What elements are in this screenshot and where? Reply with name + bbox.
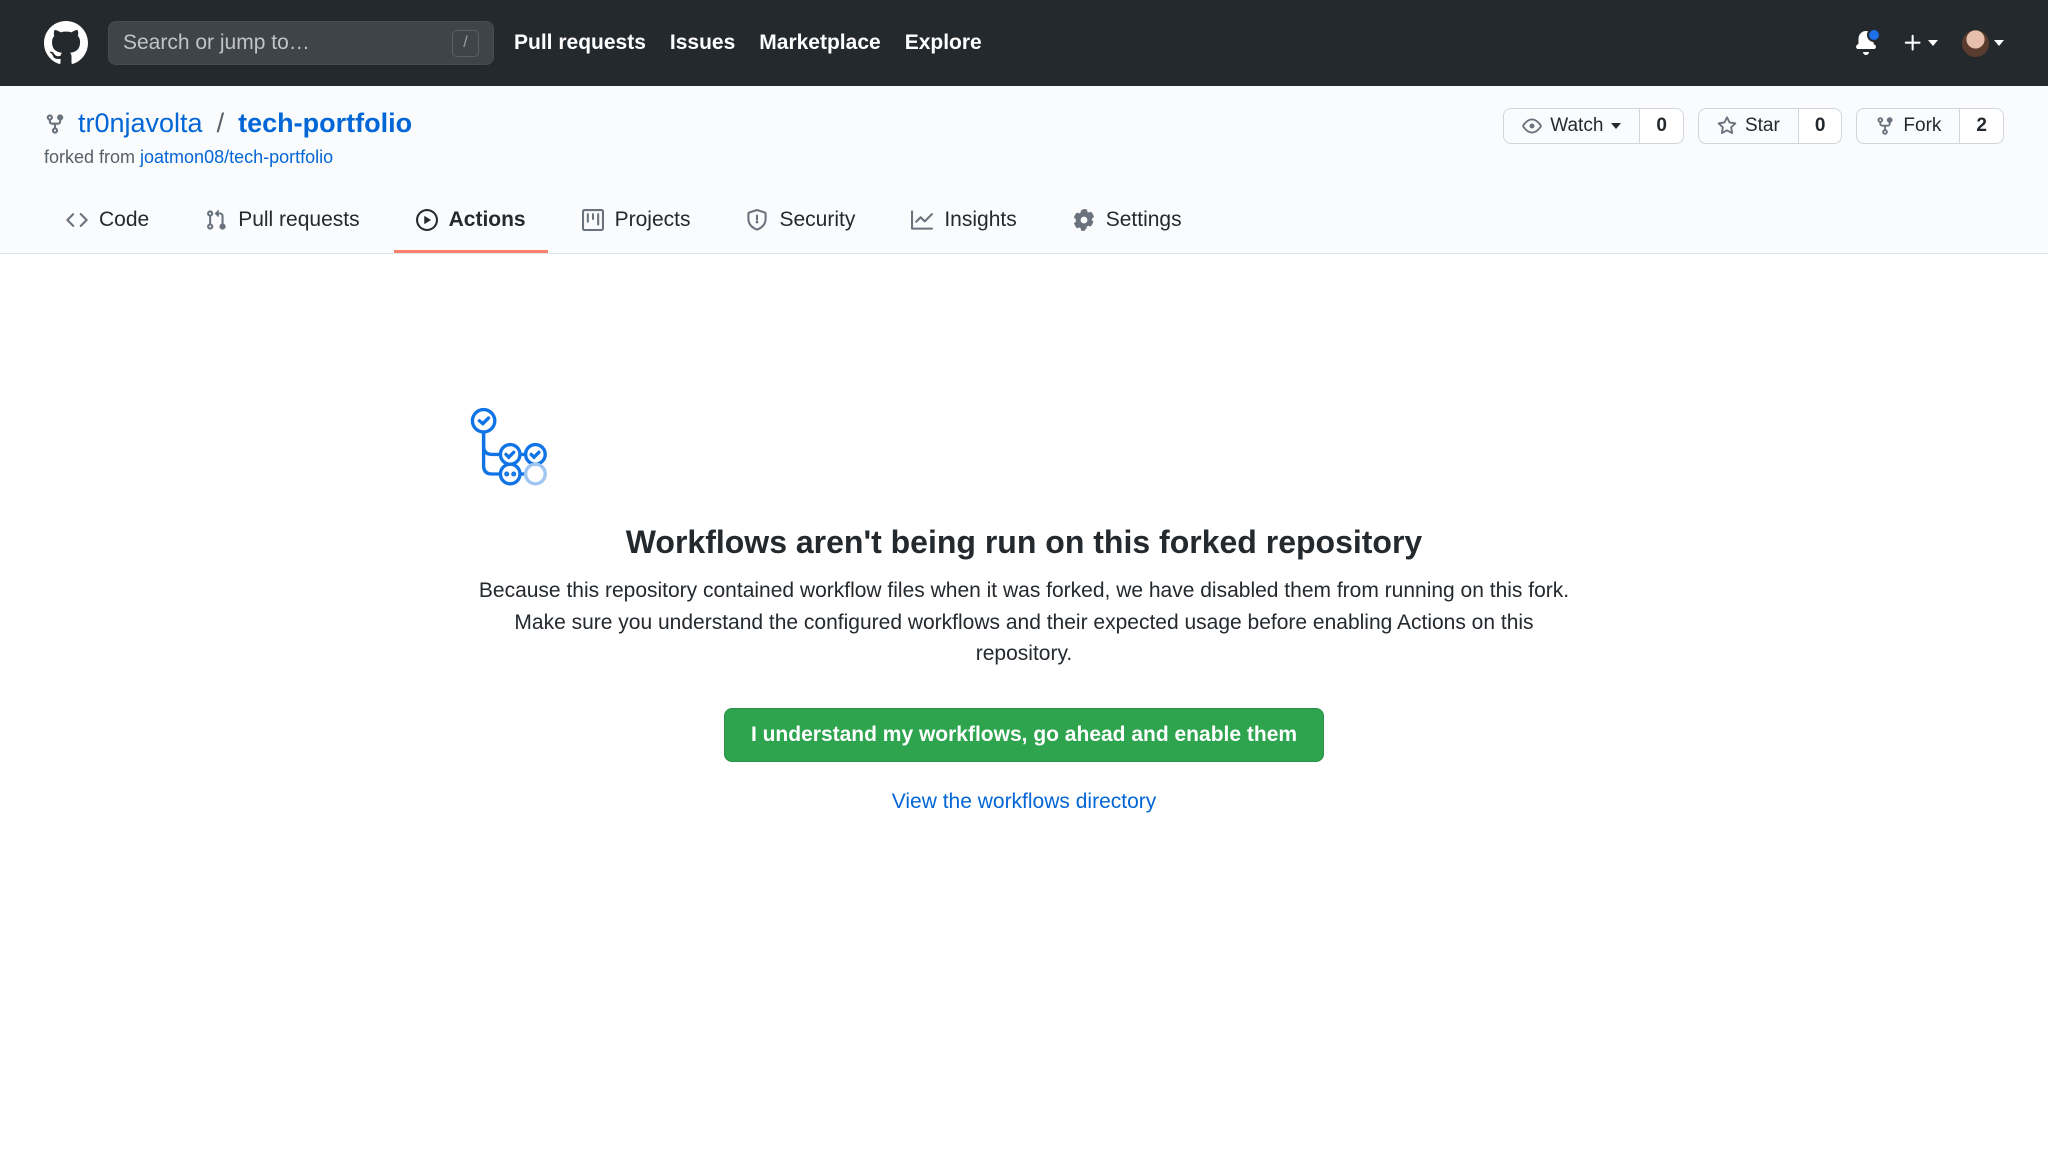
tab-label: Code (99, 208, 149, 232)
notifications-button[interactable] (1854, 31, 1878, 55)
repo-action-buttons: Watch 0 Star 0 Fork 2 (1503, 108, 2004, 144)
blankslate-description: Because this repository contained workfl… (464, 575, 1584, 670)
caret-down-icon (1928, 40, 1938, 46)
git-pull-request-icon (205, 209, 227, 231)
repo-path-separator: / (215, 108, 227, 139)
watch-button[interactable]: Watch (1503, 108, 1639, 144)
nav-pull-requests[interactable]: Pull requests (514, 31, 646, 55)
repo-tabs: Code Pull requests Actions Projects Secu… (44, 196, 2004, 253)
global-header: Search or jump to… / Pull requests Issue… (0, 0, 2048, 86)
tab-label: Insights (944, 208, 1016, 232)
tab-code[interactable]: Code (44, 196, 171, 253)
tab-projects[interactable]: Projects (560, 196, 713, 253)
fork-label: Fork (1903, 115, 1941, 137)
tab-label: Actions (449, 208, 526, 232)
create-new-dropdown[interactable] (1902, 32, 1938, 54)
fork-count[interactable]: 2 (1959, 108, 2004, 144)
shield-icon (746, 209, 768, 231)
tab-label: Settings (1106, 208, 1182, 232)
header-right (1854, 30, 2004, 57)
nav-explore[interactable]: Explore (905, 31, 982, 55)
graph-icon (911, 209, 933, 231)
star-count[interactable]: 0 (1798, 108, 1843, 144)
repo-forked-icon (44, 113, 66, 135)
user-menu-dropdown[interactable] (1962, 30, 2004, 57)
watch-count[interactable]: 0 (1639, 108, 1684, 144)
repo-owner-link[interactable]: tr0njavolta (78, 108, 203, 139)
tab-insights[interactable]: Insights (889, 196, 1038, 253)
plus-icon (1902, 32, 1924, 54)
play-circle-icon (416, 209, 438, 231)
repo-forked-icon (1875, 116, 1895, 136)
avatar (1962, 30, 1989, 57)
tab-actions[interactable]: Actions (394, 196, 548, 253)
nav-issues[interactable]: Issues (670, 31, 735, 55)
forked-from-link[interactable]: joatmon08/tech-portfolio (140, 147, 333, 167)
workflow-illustration-icon (464, 404, 548, 488)
tab-label: Pull requests (238, 208, 359, 232)
repo-title: tr0njavolta / tech-portfolio (44, 108, 412, 139)
star-button[interactable]: Star (1698, 108, 1798, 144)
watch-label: Watch (1550, 115, 1603, 137)
view-workflows-link[interactable]: View the workflows directory (464, 790, 1584, 814)
mark-github-icon (44, 21, 88, 65)
notification-indicator-dot (1867, 28, 1881, 42)
tab-pull-requests[interactable]: Pull requests (183, 196, 381, 253)
forked-from-line: forked from joatmon08/tech-portfolio (44, 147, 412, 168)
actions-blankslate: Workflows aren't being run on this forke… (424, 254, 1624, 854)
tab-security[interactable]: Security (724, 196, 877, 253)
tab-settings[interactable]: Settings (1051, 196, 1204, 253)
star-icon (1717, 116, 1737, 136)
tab-label: Projects (615, 208, 691, 232)
search-hotkey-badge: / (452, 30, 479, 57)
enable-workflows-button[interactable]: I understand my workflows, go ahead and … (724, 708, 1324, 762)
nav-marketplace[interactable]: Marketplace (759, 31, 880, 55)
eye-icon (1522, 116, 1542, 136)
blankslate-heading: Workflows aren't being run on this forke… (464, 524, 1584, 561)
caret-down-icon (1611, 123, 1621, 129)
star-label: Star (1745, 115, 1780, 137)
repo-name-link[interactable]: tech-portfolio (238, 108, 412, 139)
repo-header: tr0njavolta / tech-portfolio forked from… (0, 86, 2048, 254)
primary-nav: Pull requests Issues Marketplace Explore (514, 31, 982, 55)
code-icon (66, 209, 88, 231)
forked-from-prefix: forked from (44, 147, 140, 167)
search-placeholder-text: Search or jump to… (123, 31, 310, 55)
caret-down-icon (1994, 40, 2004, 46)
github-logo[interactable] (44, 21, 88, 65)
gear-icon (1073, 209, 1095, 231)
search-input[interactable]: Search or jump to… / (108, 21, 494, 65)
fork-button[interactable]: Fork (1856, 108, 1959, 144)
project-icon (582, 209, 604, 231)
tab-label: Security (779, 208, 855, 232)
